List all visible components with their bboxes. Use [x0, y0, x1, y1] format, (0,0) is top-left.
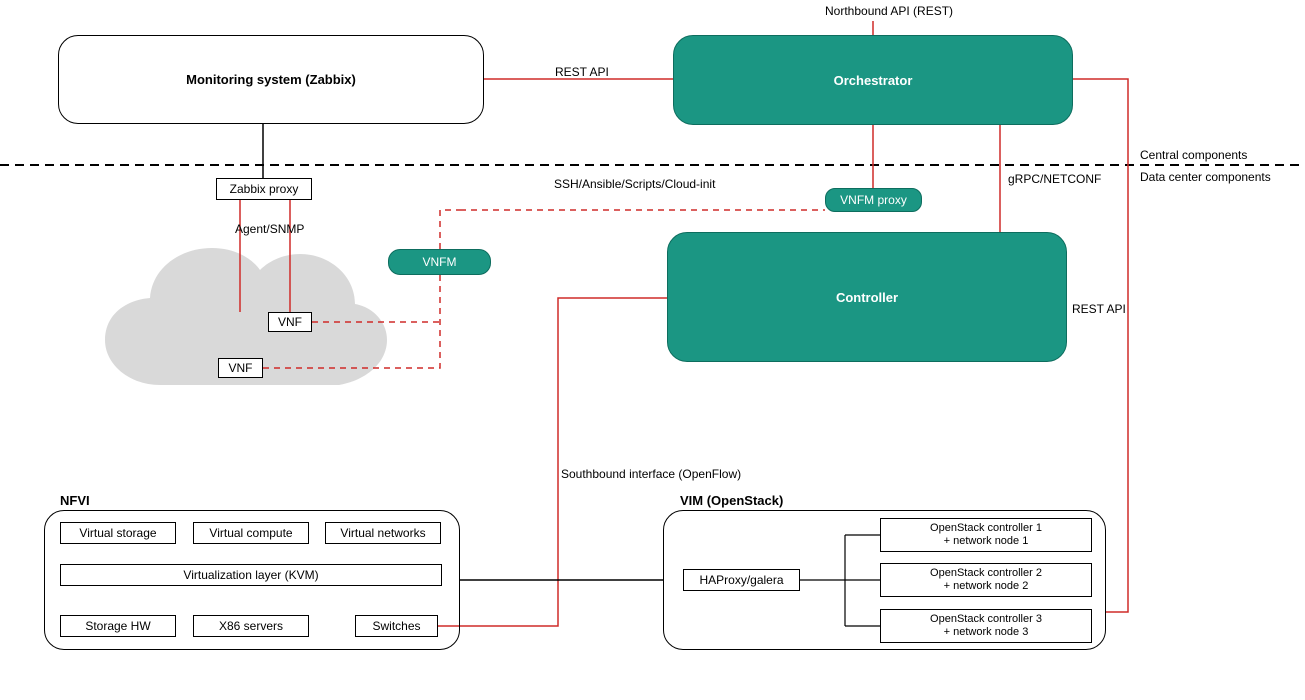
os-ctrl-1-line1: OpenStack controller 1	[930, 522, 1042, 535]
orchestrator: Orchestrator	[673, 35, 1073, 125]
lbl-rest-right: REST API	[1072, 302, 1126, 316]
nfvi-switches: Switches	[355, 615, 438, 637]
haproxy-galera: HAProxy/galera	[683, 569, 800, 591]
vnfm-proxy: VNFM proxy	[825, 188, 922, 212]
lbl-grpc: gRPC/NETCONF	[1008, 172, 1101, 186]
vnf-1: VNF	[268, 312, 312, 332]
nfvi-title: NFVI	[60, 493, 90, 508]
os-ctrl-3-line2: + network node 3	[930, 626, 1042, 639]
nfvi-vstorage: Virtual storage	[60, 522, 176, 544]
nfvi-virt-layer: Virtualization layer (KVM)	[60, 564, 442, 586]
lbl-northbound: Northbound API (REST)	[825, 4, 953, 18]
lbl-datacenter: Data center components	[1140, 170, 1271, 184]
vnf-2: VNF	[218, 358, 263, 378]
monitoring-system: Monitoring system (Zabbix)	[58, 35, 484, 124]
os-ctrl-2: OpenStack controller 2 + network node 2	[880, 563, 1092, 597]
os-ctrl-1: OpenStack controller 1 + network node 1	[880, 518, 1092, 552]
nfvi-x86: X86 servers	[193, 615, 309, 637]
controller: Controller	[667, 232, 1067, 362]
lbl-ssh: SSH/Ansible/Scripts/Cloud-init	[554, 177, 715, 191]
os-ctrl-1-line2: + network node 1	[930, 535, 1042, 548]
nfvi-vcompute: Virtual compute	[193, 522, 309, 544]
nfvi-storage-hw: Storage HW	[60, 615, 176, 637]
lbl-rest-mid: REST API	[555, 65, 609, 79]
lbl-central: Central components	[1140, 148, 1247, 162]
os-ctrl-2-line1: OpenStack controller 2	[930, 567, 1042, 580]
vim-title: VIM (OpenStack)	[680, 493, 783, 508]
zabbix-proxy: Zabbix proxy	[216, 178, 312, 200]
vnfm: VNFM	[388, 249, 491, 275]
os-ctrl-3-line1: OpenStack controller 3	[930, 613, 1042, 626]
lbl-agent-snmp: Agent/SNMP	[235, 222, 304, 236]
os-ctrl-3: OpenStack controller 3 + network node 3	[880, 609, 1092, 643]
nfvi-vnetworks: Virtual networks	[325, 522, 441, 544]
lbl-southbound: Southbound interface (OpenFlow)	[561, 467, 741, 481]
os-ctrl-2-line2: + network node 2	[930, 580, 1042, 593]
